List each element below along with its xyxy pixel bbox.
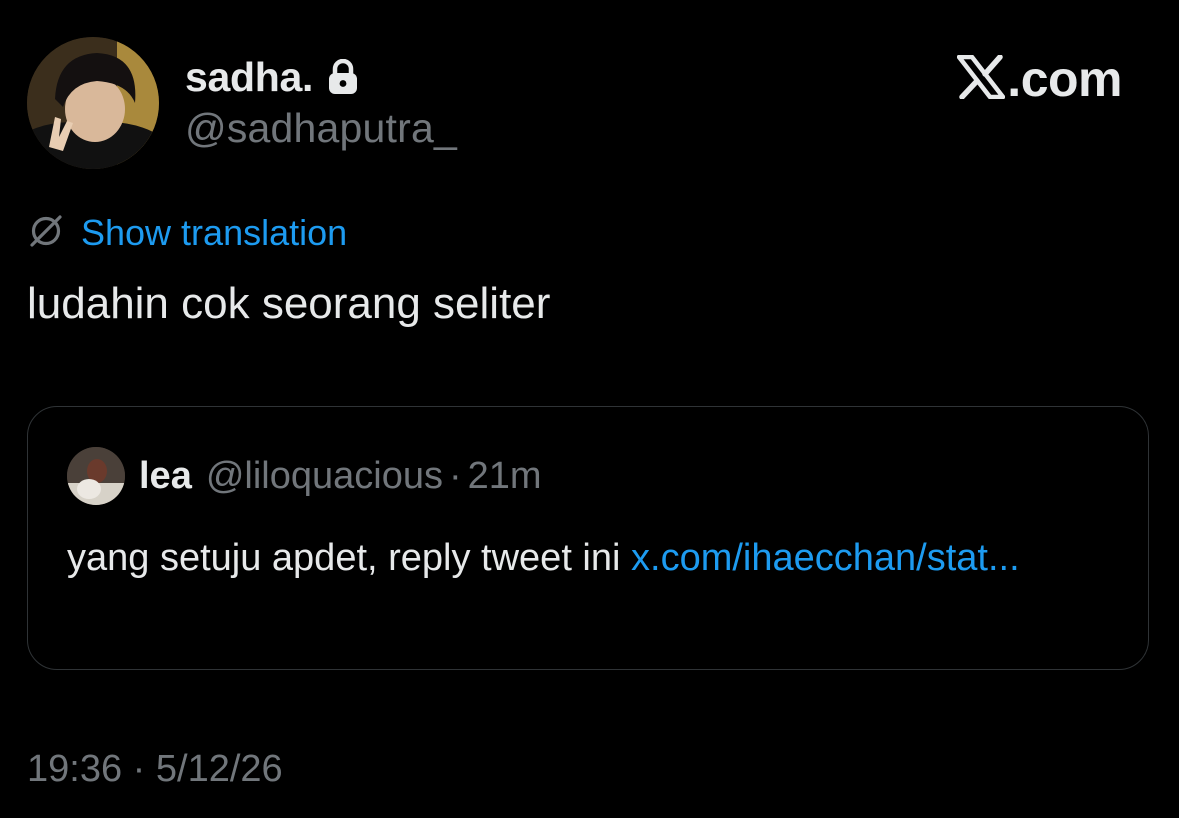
show-translation-link[interactable]: Show translation <box>81 215 347 251</box>
avatar-photo <box>27 37 159 169</box>
x-logo-icon <box>957 53 1007 104</box>
quote-body: yang setuju apdet, reply tweet ini x.com… <box>67 529 1127 587</box>
timestamp-separator: · <box>132 748 146 790</box>
tweet-timestamp[interactable]: 19:36 · 5/12/26 <box>27 750 283 788</box>
quote-header: lea @liloquacious · 21m <box>67 447 542 505</box>
author-display-name[interactable]: sadha. <box>185 56 313 98</box>
quote-text: yang setuju apdet, reply tweet ini <box>67 537 632 579</box>
tweet-text: ludahin cok seorang seliter <box>27 279 551 328</box>
quote-author-avatar[interactable] <box>67 447 125 505</box>
quote-link[interactable]: x.com/ihaecchan/stat... <box>631 537 1020 579</box>
tweet-time: 19:36 <box>27 748 123 790</box>
show-translation-row[interactable]: Show translation <box>27 211 347 255</box>
x-com-logo: .com <box>957 52 1122 106</box>
globe-slash-icon <box>27 212 65 255</box>
logo-domain-text: .com <box>1007 51 1122 107</box>
quote-timestamp[interactable]: 21m <box>468 457 542 495</box>
quote-separator: · <box>448 455 462 497</box>
lock-icon <box>327 58 359 95</box>
author-handle[interactable]: @sadhaputra_ <box>185 108 457 149</box>
quote-avatar-photo <box>67 447 125 505</box>
tweet-date: 5/12/26 <box>155 748 283 790</box>
quote-author-name[interactable]: lea <box>139 457 192 495</box>
author-avatar[interactable] <box>27 37 159 169</box>
quote-author-handle[interactable]: @liloquacious <box>206 457 443 495</box>
author-name-row: sadha. <box>185 52 359 102</box>
quote-tweet-card[interactable]: lea @liloquacious · 21m yang setuju apde… <box>27 406 1149 670</box>
